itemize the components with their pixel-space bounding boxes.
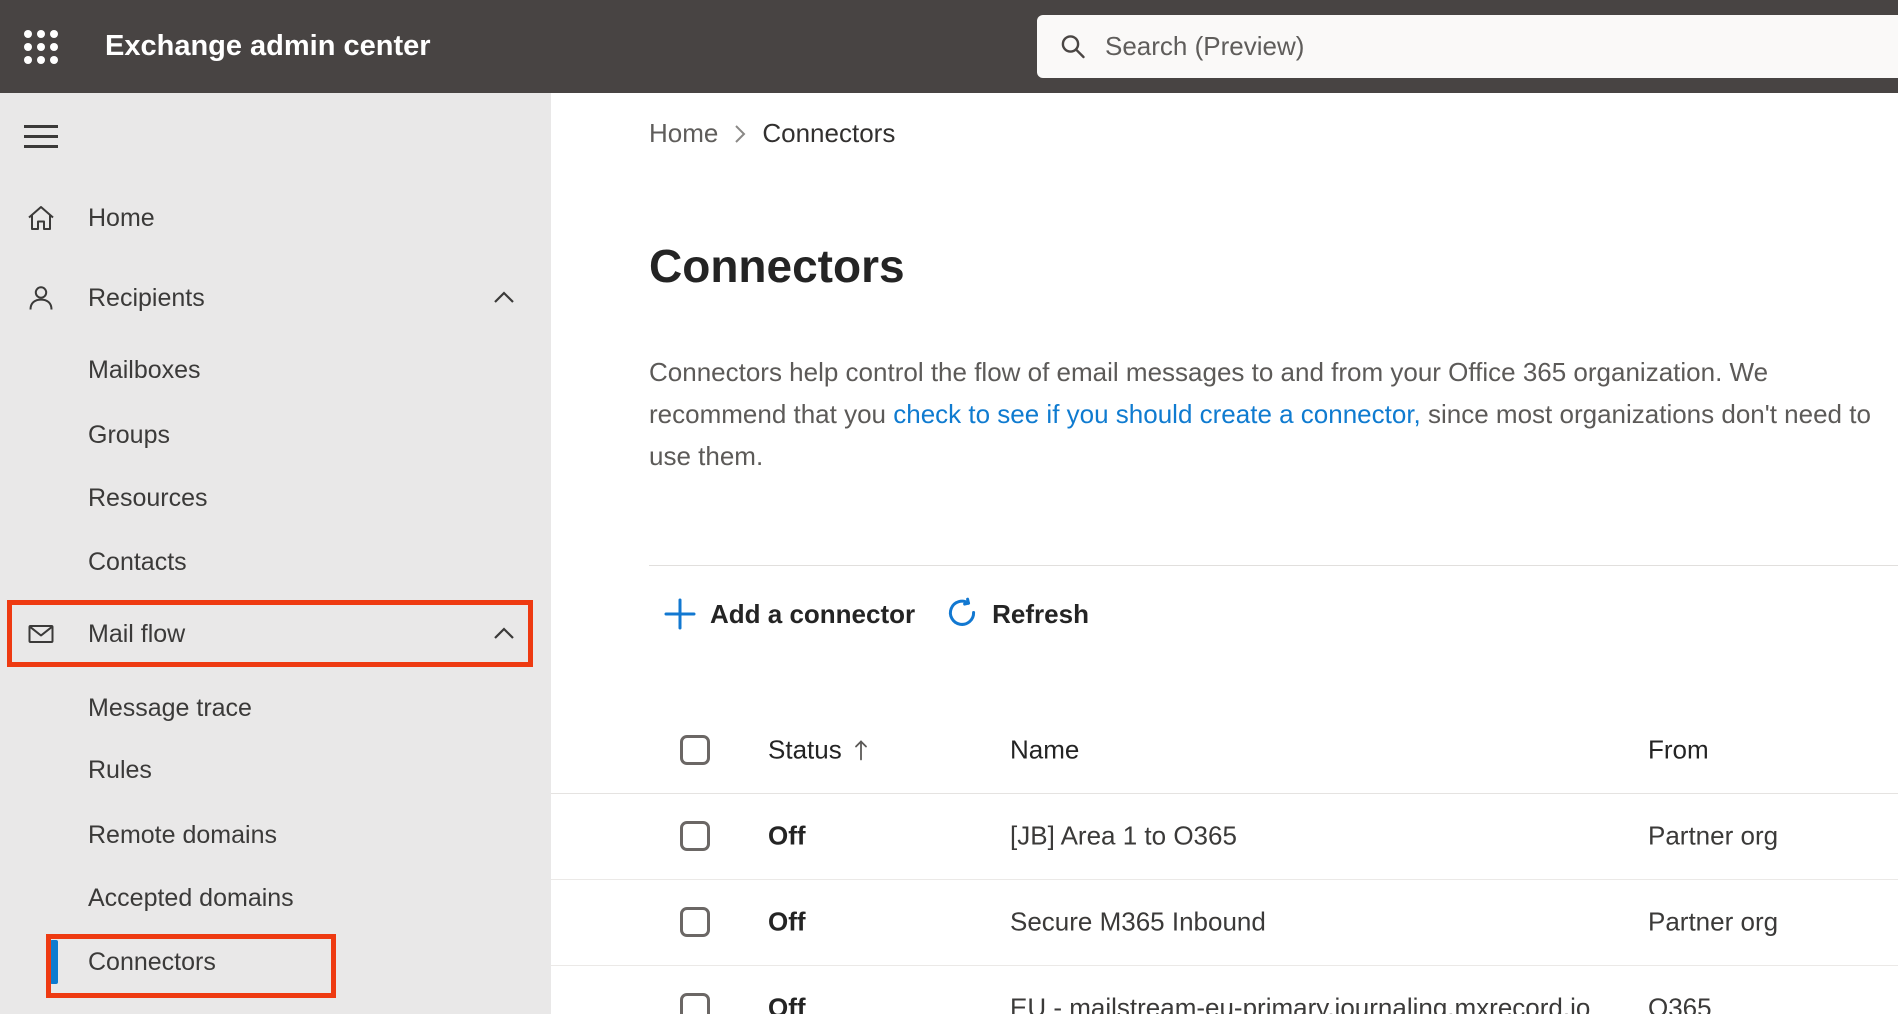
connector-from: O365 — [1648, 992, 1712, 1014]
refresh-label: Refresh — [992, 598, 1089, 629]
table-row[interactable]: Off [JB] Area 1 to O365 Partner org — [551, 793, 1898, 880]
sidebar-item-home[interactable]: Home — [0, 190, 551, 246]
person-icon — [29, 286, 53, 310]
connector-status: Off — [768, 820, 806, 851]
connector-name: EU - mailstream-eu-primary.journaling.mx… — [1010, 992, 1591, 1014]
search-icon — [1061, 34, 1085, 58]
search-input[interactable] — [1103, 30, 1747, 63]
sidebar-item-contacts[interactable]: Contacts — [0, 534, 551, 590]
sidebar-item-label: Remote domains — [88, 820, 277, 849]
top-bar: Exchange admin center — [0, 0, 1898, 93]
page-title: Connectors — [649, 240, 905, 292]
sidebar-item-label: Groups — [88, 420, 170, 449]
sidebar-item-label: Rules — [88, 755, 152, 784]
row-checkbox[interactable] — [680, 821, 710, 851]
sidebar-item-connectors[interactable]: Connectors — [0, 934, 551, 990]
sidebar-item-label: Home — [88, 203, 155, 232]
sidebar-item-rules[interactable]: Rules — [0, 742, 551, 798]
hamburger-icon[interactable] — [24, 125, 58, 148]
sidebar-item-label: Mail flow — [88, 619, 186, 648]
breadcrumb-chevron-icon — [735, 125, 746, 143]
column-header-name[interactable]: Name — [1010, 735, 1079, 766]
main-content: Home Connectors Connectors Connectors he… — [551, 93, 1898, 1014]
sidebar-item-label: Contacts — [88, 547, 187, 576]
toolbar-top-divider — [649, 565, 1898, 566]
sidebar-item-accepted-domains[interactable]: Accepted domains — [0, 870, 551, 926]
sidebar-item-label: Mailboxes — [88, 355, 201, 384]
breadcrumb: Home Connectors — [649, 115, 895, 151]
chevron-up-icon[interactable] — [491, 287, 517, 309]
sidebar-item-mail-flow[interactable]: Mail flow — [0, 606, 551, 662]
row-checkbox[interactable] — [680, 993, 710, 1014]
home-icon — [28, 206, 54, 230]
breadcrumb-current: Connectors — [762, 117, 896, 148]
add-connector-button[interactable]: Add a connector — [663, 597, 915, 631]
refresh-icon — [949, 597, 976, 626]
app-launcher-icon[interactable] — [22, 28, 60, 66]
chevron-up-icon[interactable] — [491, 623, 517, 645]
breadcrumb-home-link[interactable]: Home — [649, 118, 718, 149]
page-description: Connectors help control the flow of emai… — [649, 351, 1871, 477]
exchange-admin-center-window: Exchange admin center Home — [0, 0, 1898, 1014]
sidebar-item-label: Accepted domains — [88, 883, 294, 912]
command-bar: Add a connector Refresh — [663, 586, 1089, 642]
search-box[interactable] — [1037, 15, 1898, 78]
sort-ascending-icon — [854, 739, 867, 760]
create-connector-check-link[interactable]: check to see if you should create a conn… — [893, 399, 1421, 429]
plus-icon — [664, 598, 696, 630]
connector-status: Off — [768, 906, 806, 937]
sidebar-item-resources[interactable]: Resources — [0, 470, 551, 526]
sidebar-item-recipients[interactable]: Recipients — [0, 270, 551, 326]
row-checkbox[interactable] — [680, 907, 710, 937]
sidebar-item-message-trace[interactable]: Message trace — [0, 680, 551, 736]
sidebar-item-remote-domains[interactable]: Remote domains — [0, 807, 551, 863]
selection-indicator — [50, 940, 58, 984]
table-header-row: Status Name From — [551, 707, 1898, 794]
connector-name: [JB] Area 1 to O365 — [1010, 820, 1237, 851]
sidebar-item-label: Recipients — [88, 283, 205, 312]
table-row[interactable]: Off Secure M365 Inbound Partner org — [551, 879, 1898, 966]
mail-icon — [28, 625, 54, 643]
sidebar-nav: Home Recipients Mailboxes Groups Resourc… — [0, 93, 551, 1014]
app-title: Exchange admin center — [105, 30, 431, 62]
connector-from: Partner org — [1648, 906, 1779, 937]
select-all-checkbox[interactable] — [680, 735, 710, 765]
sidebar-item-label: Message trace — [88, 693, 252, 722]
column-header-label: Status — [768, 734, 842, 765]
sidebar-item-label: Connectors — [88, 947, 216, 976]
add-connector-label: Add a connector — [710, 598, 916, 629]
sidebar-item-groups[interactable]: Groups — [0, 407, 551, 463]
table-row[interactable]: Off EU - mailstream-eu-primary.journalin… — [551, 965, 1898, 1014]
connector-name: Secure M365 Inbound — [1010, 906, 1266, 937]
connector-status: Off — [768, 992, 806, 1014]
sidebar-item-label: Resources — [88, 483, 208, 512]
connector-from: Partner org — [1648, 820, 1779, 851]
column-header-from[interactable]: From — [1648, 735, 1709, 766]
column-header-status[interactable]: Status — [768, 735, 868, 766]
sidebar-item-mailboxes[interactable]: Mailboxes — [0, 342, 551, 398]
refresh-button[interactable]: Refresh — [945, 597, 1089, 631]
